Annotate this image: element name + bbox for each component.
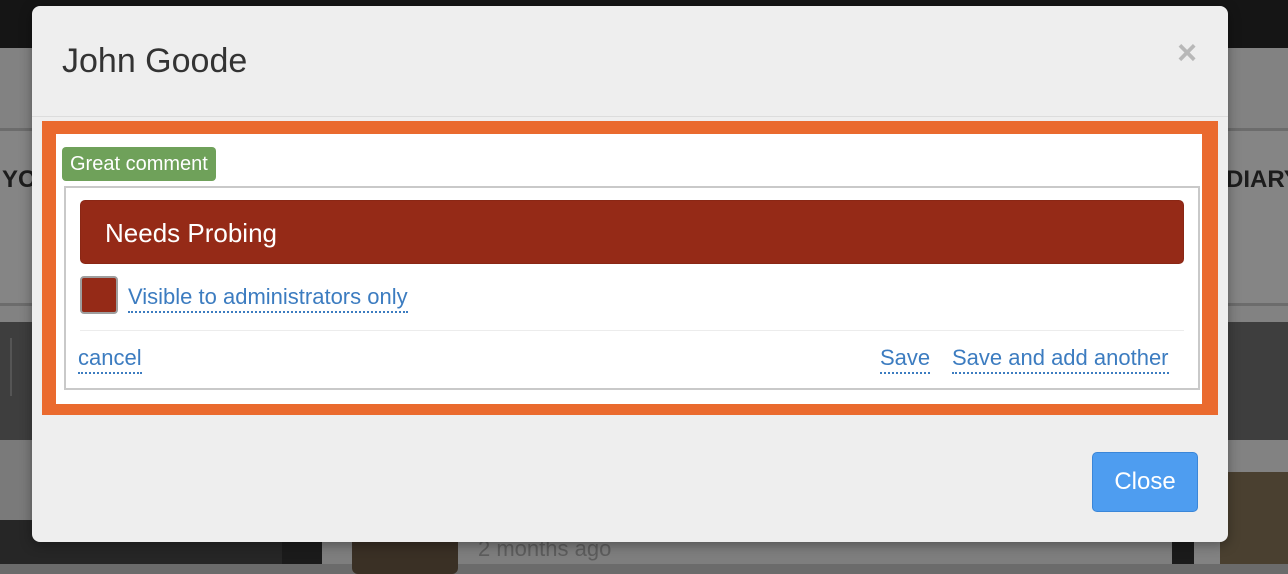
close-button[interactable]: Close <box>1092 452 1198 512</box>
highlight-frame: Great comment Needs Probing Visible to a… <box>42 121 1218 415</box>
close-icon[interactable]: × <box>1172 36 1202 70</box>
modal-title: John Goode <box>62 42 248 80</box>
status-select[interactable]: Needs Probing <box>80 200 1184 264</box>
cancel-link[interactable]: cancel <box>78 346 142 374</box>
modal-header: John Goode × <box>32 6 1228 117</box>
tag-form: Needs Probing Visible to administrators … <box>64 186 1200 390</box>
form-divider <box>80 330 1184 331</box>
visibility-link[interactable]: Visible to administrators only <box>128 285 408 313</box>
great-comment-badge: Great comment <box>62 147 216 181</box>
save-and-add-another-link[interactable]: Save and add another <box>952 346 1169 374</box>
color-swatch[interactable] <box>80 276 118 314</box>
save-link[interactable]: Save <box>880 346 931 374</box>
background-nav-right-text: DIARY <box>1226 166 1288 193</box>
background-divider <box>10 338 12 396</box>
background-profile-photo <box>1220 472 1288 564</box>
comment-modal: John Goode × Great comment Needs Probing… <box>32 6 1228 542</box>
comment-panel: Great comment Needs Probing Visible to a… <box>56 134 1202 404</box>
